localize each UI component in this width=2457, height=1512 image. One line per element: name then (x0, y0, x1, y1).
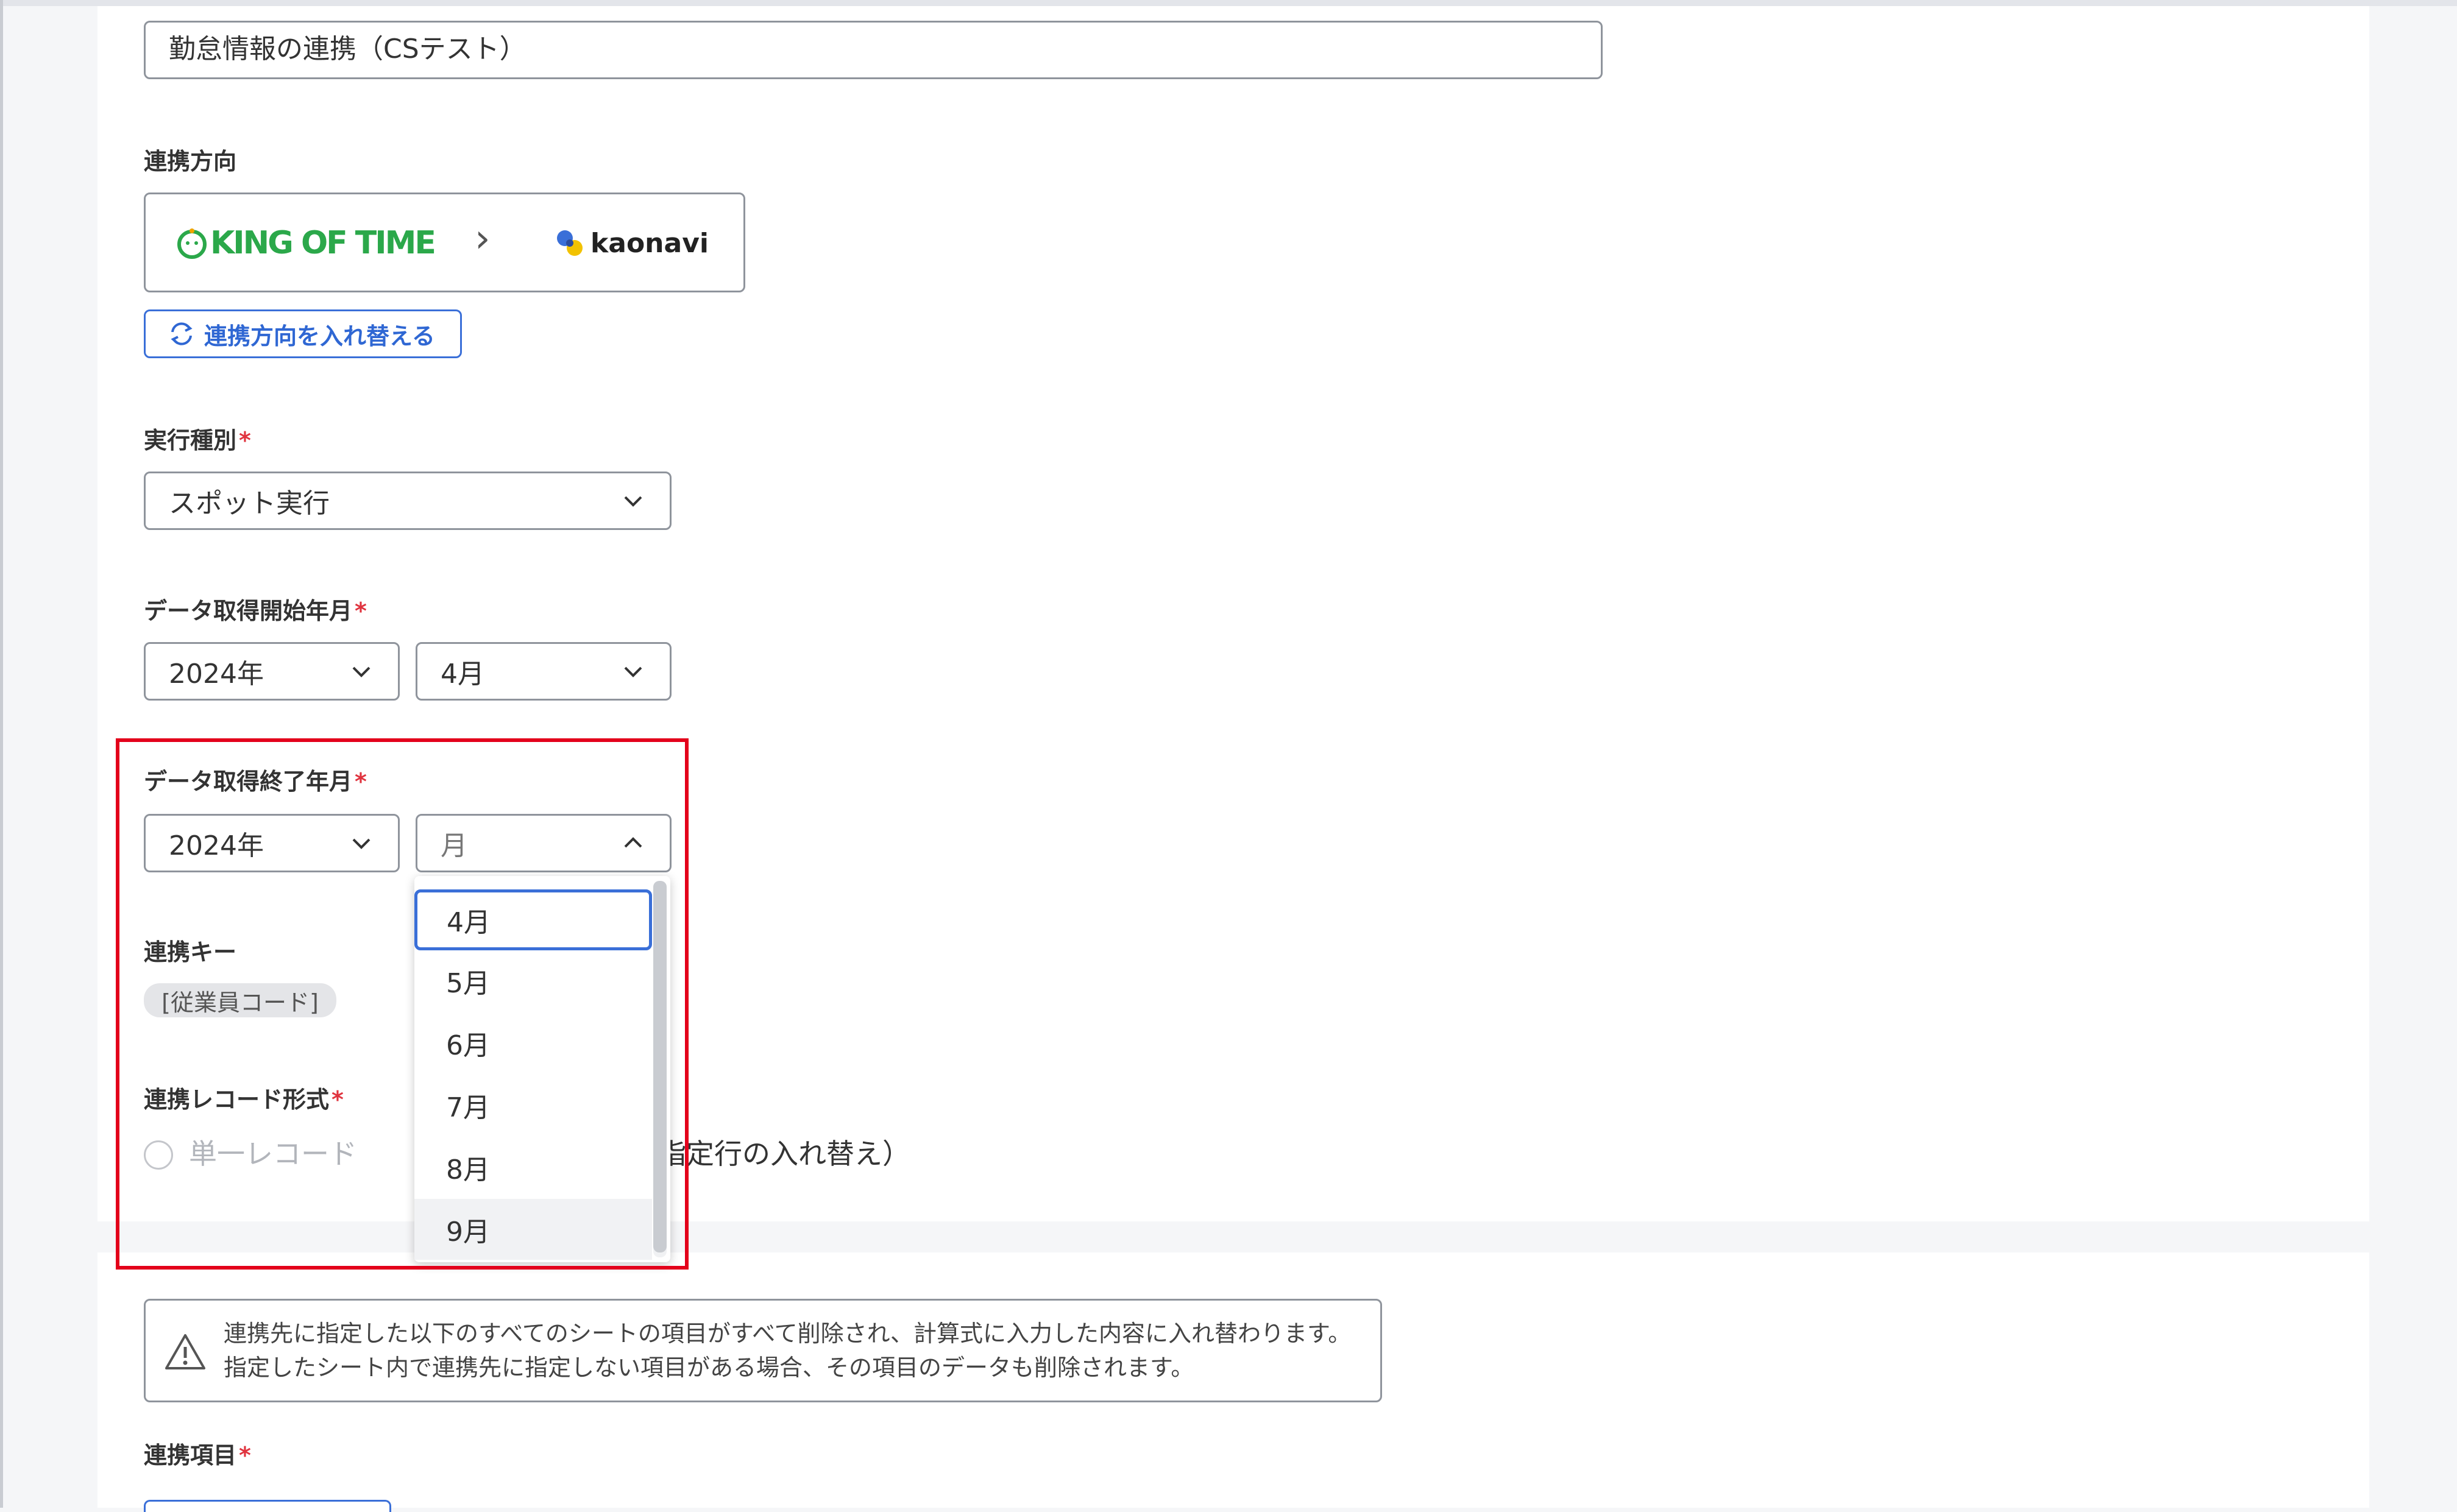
kaonavi-logo: kaonavi (551, 225, 709, 261)
kaonavi-logo-text: kaonavi (590, 227, 709, 259)
required-mark: * (239, 427, 251, 454)
kaonavi-mark-icon (557, 230, 583, 256)
link-items-button[interactable] (144, 1500, 391, 1512)
top-border (0, 0, 2457, 6)
link-items-label-text: 連携項目 (144, 1442, 237, 1469)
link-items-label: 連携項目 * (144, 1436, 251, 1470)
king-of-time-logo-text: KING OF TIME (210, 225, 436, 261)
swap-arrows-icon (171, 322, 193, 345)
start-year-value: 2024年 (169, 659, 264, 690)
swap-direction-button[interactable]: 連携方向を入れ替える (144, 309, 462, 358)
direction-label-text: 連携方向 (144, 148, 237, 175)
chevron-down-icon (624, 666, 642, 677)
integration-name-input[interactable]: 勤怠情報の連携（CSテスト） (144, 21, 1603, 79)
start-month-label-text: データ取得開始年月 (144, 598, 353, 624)
execution-type-value: スポット実行 (169, 488, 330, 519)
direction-box: KING OF TIME › kaonavi (144, 193, 745, 292)
required-mark: * (239, 1442, 251, 1469)
warning-notice: 連携先に指定した以下のすべてのシートの項目がすべて削除され、計算式に入力した内容… (144, 1299, 1382, 1402)
radio-partial-record-label: 指定行の入れ替え） (658, 1137, 910, 1170)
chevron-down-icon (352, 666, 370, 677)
highlight-box (116, 738, 689, 1270)
warning-triangle-icon (165, 1334, 205, 1369)
direction-label: 連携方向 (144, 143, 236, 176)
required-mark: * (355, 598, 367, 624)
king-of-time-logo: KING OF TIME (176, 225, 436, 261)
chevron-down-icon (624, 496, 642, 507)
clock-face-icon (177, 228, 207, 259)
start-month-label: データ取得開始年月 * (144, 592, 367, 626)
execution-type-label-text: 実行種別 (144, 427, 237, 454)
swap-direction-label: 連携方向を入れ替える (204, 322, 435, 350)
execution-type-label: 実行種別 * (144, 422, 251, 455)
left-border (0, 0, 3, 1508)
warning-line-2: 指定したシート内で連携先に指定しない項目がある場合、その項目のデータも削除されま… (224, 1354, 1194, 1381)
start-month-select[interactable]: 4月 (416, 642, 672, 701)
warning-line-1: 連携先に指定した以下のすべてのシートの項目がすべて削除され、計算式に入力した内容… (224, 1320, 1352, 1347)
start-year-select[interactable]: 2024年 (144, 642, 400, 701)
direction-arrow-icon: › (475, 216, 491, 261)
start-month-value: 4月 (441, 659, 484, 690)
execution-type-select[interactable]: スポット実行 (144, 472, 672, 530)
